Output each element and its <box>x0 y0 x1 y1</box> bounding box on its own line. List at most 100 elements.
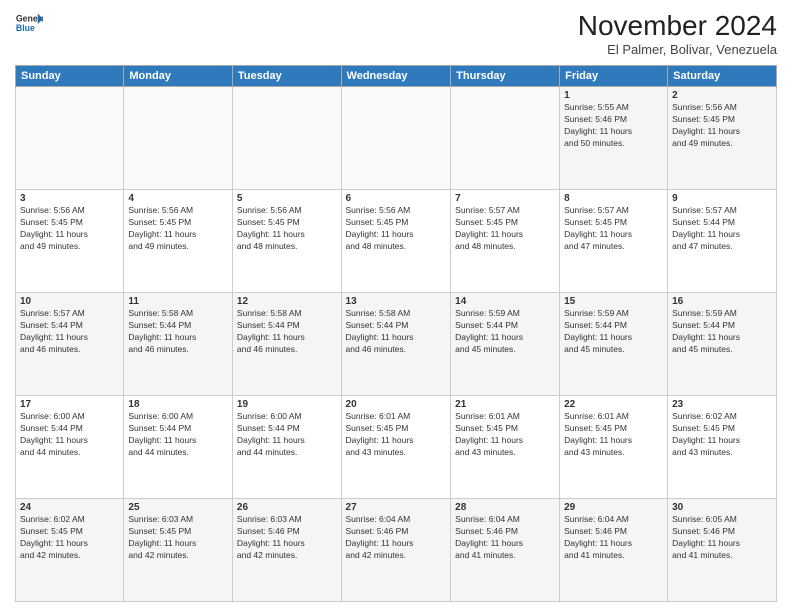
day-info: Sunrise: 5:56 AM Sunset: 5:45 PM Dayligh… <box>20 205 119 253</box>
calendar-cell: 10Sunrise: 5:57 AM Sunset: 5:44 PM Dayli… <box>16 293 124 396</box>
day-number: 16 <box>672 296 772 307</box>
day-info: Sunrise: 5:59 AM Sunset: 5:44 PM Dayligh… <box>672 308 772 356</box>
day-info: Sunrise: 5:56 AM Sunset: 5:45 PM Dayligh… <box>672 102 772 150</box>
calendar-cell: 2Sunrise: 5:56 AM Sunset: 5:45 PM Daylig… <box>668 87 777 190</box>
calendar-cell: 26Sunrise: 6:03 AM Sunset: 5:46 PM Dayli… <box>232 499 341 602</box>
day-number: 23 <box>672 399 772 410</box>
month-title: November 2024 <box>578 10 777 42</box>
calendar-cell: 17Sunrise: 6:00 AM Sunset: 5:44 PM Dayli… <box>16 396 124 499</box>
day-info: Sunrise: 6:02 AM Sunset: 5:45 PM Dayligh… <box>672 411 772 459</box>
calendar-cell <box>124 87 233 190</box>
calendar-week-row: 17Sunrise: 6:00 AM Sunset: 5:44 PM Dayli… <box>16 396 777 499</box>
day-number: 26 <box>237 502 337 513</box>
logo: General Blue <box>15 10 43 38</box>
day-info: Sunrise: 6:00 AM Sunset: 5:44 PM Dayligh… <box>128 411 228 459</box>
day-info: Sunrise: 5:56 AM Sunset: 5:45 PM Dayligh… <box>237 205 337 253</box>
day-number: 30 <box>672 502 772 513</box>
day-info: Sunrise: 6:04 AM Sunset: 5:46 PM Dayligh… <box>564 514 663 562</box>
day-info: Sunrise: 6:03 AM Sunset: 5:46 PM Dayligh… <box>237 514 337 562</box>
day-number: 9 <box>672 193 772 204</box>
calendar-week-row: 1Sunrise: 5:55 AM Sunset: 5:46 PM Daylig… <box>16 87 777 190</box>
day-info: Sunrise: 5:59 AM Sunset: 5:44 PM Dayligh… <box>455 308 555 356</box>
calendar-cell: 30Sunrise: 6:05 AM Sunset: 5:46 PM Dayli… <box>668 499 777 602</box>
calendar-header-cell: Wednesday <box>341 66 451 87</box>
day-number: 27 <box>346 502 447 513</box>
day-info: Sunrise: 5:58 AM Sunset: 5:44 PM Dayligh… <box>346 308 447 356</box>
calendar-cell: 12Sunrise: 5:58 AM Sunset: 5:44 PM Dayli… <box>232 293 341 396</box>
day-info: Sunrise: 6:00 AM Sunset: 5:44 PM Dayligh… <box>237 411 337 459</box>
calendar-cell: 16Sunrise: 5:59 AM Sunset: 5:44 PM Dayli… <box>668 293 777 396</box>
day-number: 12 <box>237 296 337 307</box>
day-number: 13 <box>346 296 447 307</box>
day-number: 17 <box>20 399 119 410</box>
day-info: Sunrise: 6:05 AM Sunset: 5:46 PM Dayligh… <box>672 514 772 562</box>
calendar-cell: 13Sunrise: 5:58 AM Sunset: 5:44 PM Dayli… <box>341 293 451 396</box>
header: General Blue November 2024 El Palmer, Bo… <box>15 10 777 57</box>
calendar-cell: 20Sunrise: 6:01 AM Sunset: 5:45 PM Dayli… <box>341 396 451 499</box>
day-info: Sunrise: 5:58 AM Sunset: 5:44 PM Dayligh… <box>128 308 228 356</box>
day-info: Sunrise: 5:57 AM Sunset: 5:44 PM Dayligh… <box>672 205 772 253</box>
calendar-header-cell: Friday <box>560 66 668 87</box>
calendar-header-cell: Tuesday <box>232 66 341 87</box>
calendar-cell: 28Sunrise: 6:04 AM Sunset: 5:46 PM Dayli… <box>451 499 560 602</box>
day-info: Sunrise: 5:57 AM Sunset: 5:45 PM Dayligh… <box>564 205 663 253</box>
calendar-cell: 21Sunrise: 6:01 AM Sunset: 5:45 PM Dayli… <box>451 396 560 499</box>
calendar-cell: 4Sunrise: 5:56 AM Sunset: 5:45 PM Daylig… <box>124 190 233 293</box>
day-number: 20 <box>346 399 447 410</box>
day-info: Sunrise: 5:57 AM Sunset: 5:44 PM Dayligh… <box>20 308 119 356</box>
calendar-week-row: 3Sunrise: 5:56 AM Sunset: 5:45 PM Daylig… <box>16 190 777 293</box>
calendar-week-row: 24Sunrise: 6:02 AM Sunset: 5:45 PM Dayli… <box>16 499 777 602</box>
calendar-cell: 11Sunrise: 5:58 AM Sunset: 5:44 PM Dayli… <box>124 293 233 396</box>
calendar-body: 1Sunrise: 5:55 AM Sunset: 5:46 PM Daylig… <box>16 87 777 602</box>
day-info: Sunrise: 6:00 AM Sunset: 5:44 PM Dayligh… <box>20 411 119 459</box>
day-info: Sunrise: 5:55 AM Sunset: 5:46 PM Dayligh… <box>564 102 663 150</box>
calendar-cell: 29Sunrise: 6:04 AM Sunset: 5:46 PM Dayli… <box>560 499 668 602</box>
day-number: 29 <box>564 502 663 513</box>
day-number: 25 <box>128 502 228 513</box>
day-number: 28 <box>455 502 555 513</box>
day-info: Sunrise: 6:04 AM Sunset: 5:46 PM Dayligh… <box>455 514 555 562</box>
calendar-cell <box>341 87 451 190</box>
calendar: SundayMondayTuesdayWednesdayThursdayFrid… <box>15 65 777 602</box>
day-number: 2 <box>672 90 772 101</box>
day-number: 21 <box>455 399 555 410</box>
logo-icon: General Blue <box>15 10 43 38</box>
day-number: 10 <box>20 296 119 307</box>
calendar-cell: 14Sunrise: 5:59 AM Sunset: 5:44 PM Dayli… <box>451 293 560 396</box>
day-number: 14 <box>455 296 555 307</box>
day-info: Sunrise: 6:04 AM Sunset: 5:46 PM Dayligh… <box>346 514 447 562</box>
title-block: November 2024 El Palmer, Bolivar, Venezu… <box>578 10 777 57</box>
calendar-cell: 23Sunrise: 6:02 AM Sunset: 5:45 PM Dayli… <box>668 396 777 499</box>
svg-text:Blue: Blue <box>16 23 35 33</box>
day-number: 15 <box>564 296 663 307</box>
day-number: 5 <box>237 193 337 204</box>
day-number: 22 <box>564 399 663 410</box>
calendar-cell: 22Sunrise: 6:01 AM Sunset: 5:45 PM Dayli… <box>560 396 668 499</box>
calendar-cell: 24Sunrise: 6:02 AM Sunset: 5:45 PM Dayli… <box>16 499 124 602</box>
calendar-cell: 19Sunrise: 6:00 AM Sunset: 5:44 PM Dayli… <box>232 396 341 499</box>
day-info: Sunrise: 6:02 AM Sunset: 5:45 PM Dayligh… <box>20 514 119 562</box>
calendar-cell: 6Sunrise: 5:56 AM Sunset: 5:45 PM Daylig… <box>341 190 451 293</box>
day-info: Sunrise: 5:58 AM Sunset: 5:44 PM Dayligh… <box>237 308 337 356</box>
calendar-cell: 25Sunrise: 6:03 AM Sunset: 5:45 PM Dayli… <box>124 499 233 602</box>
calendar-cell: 5Sunrise: 5:56 AM Sunset: 5:45 PM Daylig… <box>232 190 341 293</box>
calendar-header-cell: Saturday <box>668 66 777 87</box>
day-number: 3 <box>20 193 119 204</box>
day-number: 7 <box>455 193 555 204</box>
day-number: 1 <box>564 90 663 101</box>
calendar-cell: 18Sunrise: 6:00 AM Sunset: 5:44 PM Dayli… <box>124 396 233 499</box>
page: General Blue November 2024 El Palmer, Bo… <box>0 0 792 612</box>
location: El Palmer, Bolivar, Venezuela <box>578 42 777 57</box>
calendar-header-cell: Monday <box>124 66 233 87</box>
day-info: Sunrise: 6:01 AM Sunset: 5:45 PM Dayligh… <box>455 411 555 459</box>
day-info: Sunrise: 6:01 AM Sunset: 5:45 PM Dayligh… <box>346 411 447 459</box>
calendar-cell: 27Sunrise: 6:04 AM Sunset: 5:46 PM Dayli… <box>341 499 451 602</box>
day-info: Sunrise: 5:57 AM Sunset: 5:45 PM Dayligh… <box>455 205 555 253</box>
day-number: 4 <box>128 193 228 204</box>
calendar-header-cell: Thursday <box>451 66 560 87</box>
calendar-cell: 15Sunrise: 5:59 AM Sunset: 5:44 PM Dayli… <box>560 293 668 396</box>
calendar-cell <box>232 87 341 190</box>
day-info: Sunrise: 6:01 AM Sunset: 5:45 PM Dayligh… <box>564 411 663 459</box>
calendar-cell <box>16 87 124 190</box>
day-number: 6 <box>346 193 447 204</box>
